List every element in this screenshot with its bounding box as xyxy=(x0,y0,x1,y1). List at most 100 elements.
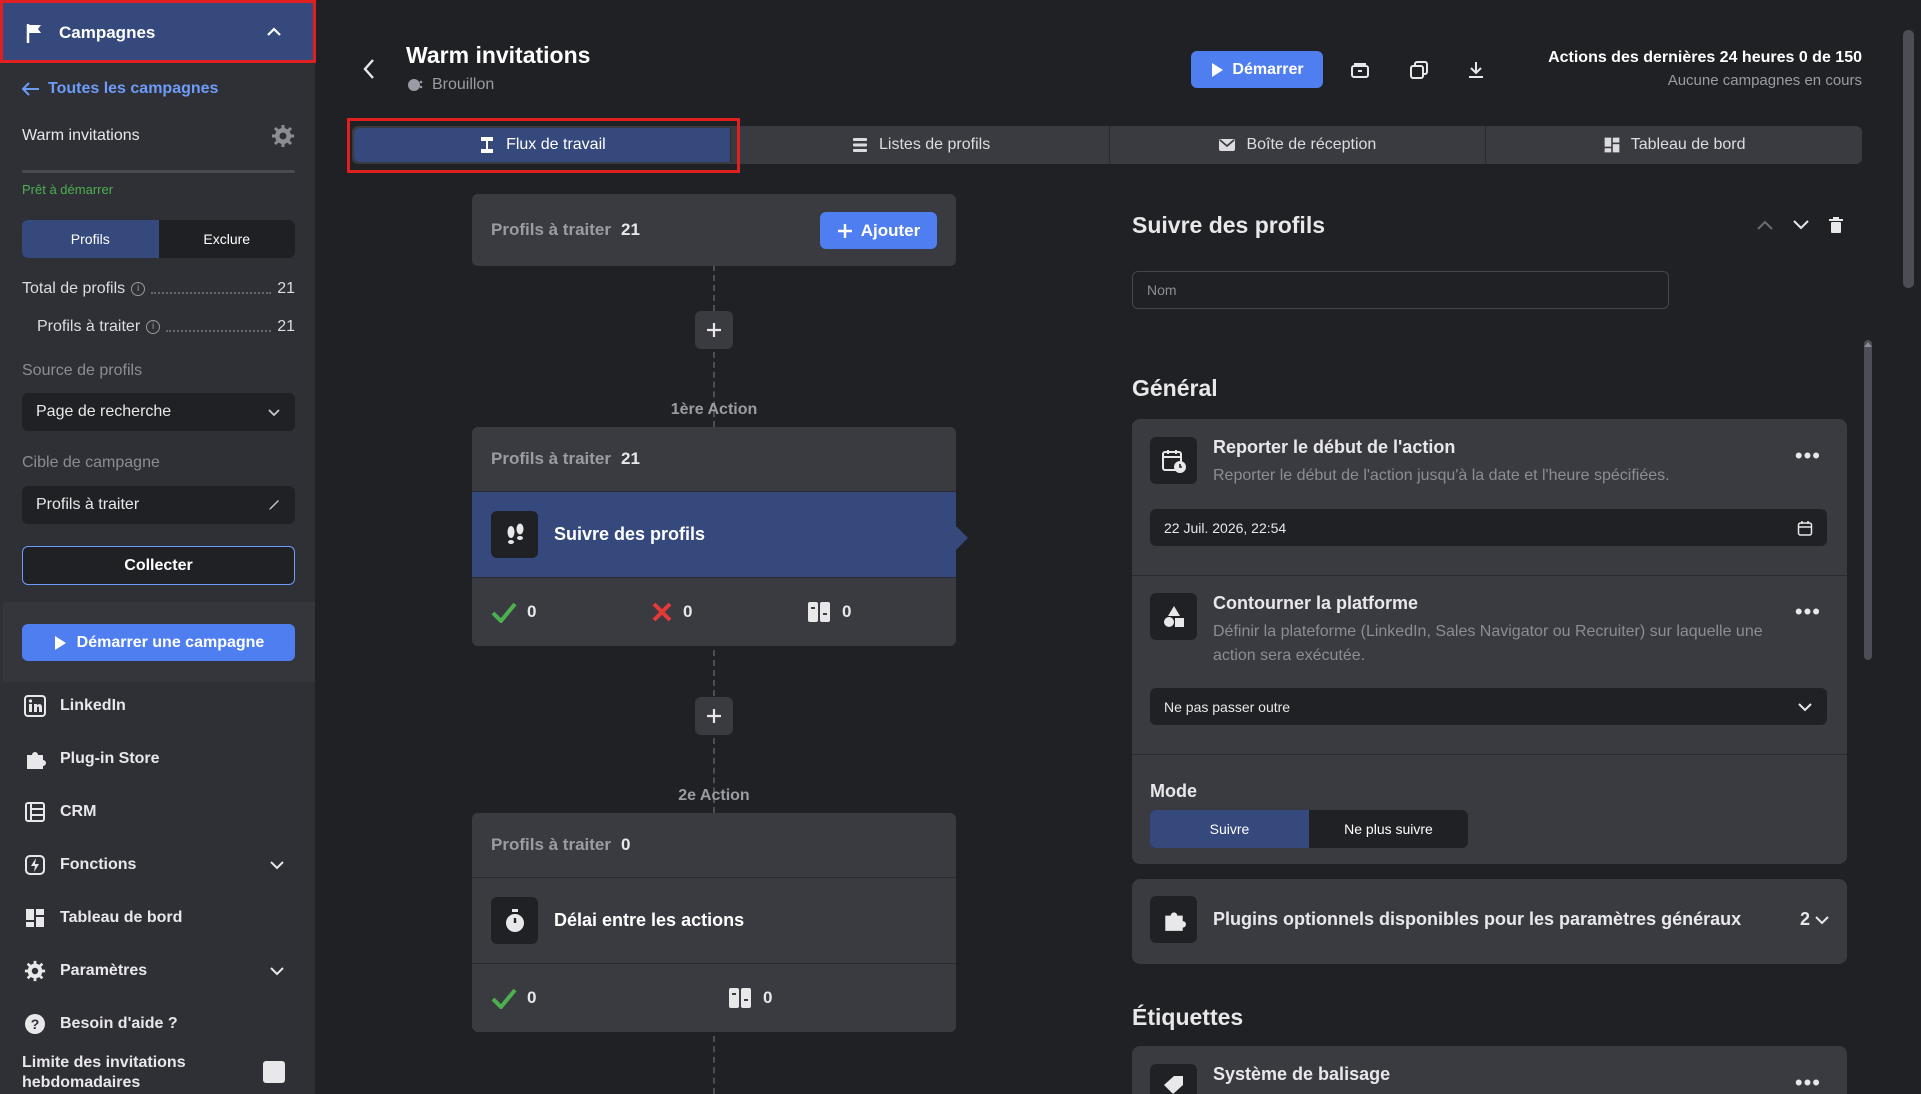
nav-functions[interactable]: Fonctions xyxy=(22,850,295,880)
svg-text:?: ? xyxy=(31,1016,40,1032)
start-button[interactable]: Démarrer xyxy=(1191,51,1323,88)
success-stat: 0 xyxy=(491,987,727,1009)
calendar-icon[interactable] xyxy=(1797,520,1813,536)
chevron-down-icon[interactable] xyxy=(269,857,285,873)
chevron-up-icon[interactable] xyxy=(265,23,283,41)
main-scrollbar[interactable] xyxy=(1903,30,1914,288)
chevron-up-icon[interactable] xyxy=(1756,218,1774,232)
success-count: 0 xyxy=(527,988,537,1007)
start-campaign-button[interactable]: Démarrer une campagne xyxy=(22,624,295,661)
shapes-icon xyxy=(1163,605,1184,627)
info-icon[interactable]: i xyxy=(146,320,161,334)
add-step-button[interactable] xyxy=(695,697,733,735)
action-name: Suivre des profils xyxy=(554,524,706,544)
panel-scrollbar[interactable] xyxy=(1864,340,1872,660)
exclude-tab[interactable]: Exclure xyxy=(159,220,296,258)
to-process-count: 21 xyxy=(621,220,640,239)
tab-profile-lists[interactable]: Listes de profils xyxy=(733,126,1110,164)
gear-icon xyxy=(24,960,46,982)
panel-title: Suivre des profils xyxy=(1132,212,1326,238)
nav-help[interactable]: ? Besoin d'aide ? xyxy=(22,1009,295,1039)
tab-label: Tableau de bord xyxy=(1630,136,1746,153)
play-icon xyxy=(54,635,66,650)
postpone-date-input[interactable]: 22 Juil. 2026, 22:54 xyxy=(1150,509,1827,546)
external-link-icon[interactable] xyxy=(263,1061,285,1083)
profiles-tab[interactable]: Profils xyxy=(22,220,159,258)
trash-icon[interactable] xyxy=(1828,216,1844,234)
add-step-button[interactable] xyxy=(695,311,733,349)
gear-icon[interactable] xyxy=(271,124,295,148)
target-field[interactable]: Profils à traiter xyxy=(22,486,295,524)
bypass-select[interactable]: Ne pas passer outre xyxy=(1150,688,1827,725)
more-options-icon[interactable]: ••• xyxy=(1795,599,1821,625)
plugins-count[interactable]: 2 xyxy=(1800,909,1830,930)
nav-crm[interactable]: CRM xyxy=(22,797,295,827)
skipped-count: 0 xyxy=(763,988,773,1007)
tab-inbox[interactable]: Boîte de réception xyxy=(1110,126,1487,164)
tab-label: Flux de travail xyxy=(506,136,606,153)
action-delay[interactable]: Délai entre les actions xyxy=(472,877,956,964)
dashboard-icon xyxy=(1604,137,1620,153)
chevron-down-icon[interactable] xyxy=(1792,218,1810,232)
plus-icon xyxy=(707,709,721,723)
action-follow-profiles[interactable]: Suivre des profils xyxy=(472,491,956,578)
name-input[interactable]: Nom xyxy=(1132,271,1669,309)
add-label: Ajouter xyxy=(860,220,921,240)
add-profiles-button[interactable]: Ajouter xyxy=(820,212,937,249)
campaigns-header[interactable]: Campagnes xyxy=(3,3,315,62)
target-label: Cible de campagne xyxy=(22,454,160,471)
tag-icon xyxy=(1163,1076,1183,1094)
more-options-icon[interactable]: ••• xyxy=(1795,443,1821,469)
nav-label: Plug-in Store xyxy=(60,750,160,767)
selected-pointer xyxy=(956,526,968,550)
collect-button[interactable]: Collecter xyxy=(22,546,295,585)
postpone-desc: Reporter le début de l'action jusqu'à la… xyxy=(1213,467,1670,484)
download-icon[interactable] xyxy=(1465,59,1487,81)
chevron-left-icon[interactable] xyxy=(362,58,376,80)
tab-workflow[interactable]: Flux de travail xyxy=(354,128,731,162)
campaign-name: Warm invitations xyxy=(22,127,140,144)
to-process-row: Profils à traiter i 21 xyxy=(37,318,295,336)
tab-dashboard[interactable]: Tableau de bord xyxy=(1486,126,1862,164)
source-select[interactable]: Page de recherche xyxy=(22,393,295,431)
chevron-down-icon xyxy=(1815,915,1829,924)
chevron-down-icon[interactable] xyxy=(269,963,285,979)
archive-icon[interactable] xyxy=(1349,59,1371,81)
mode-unfollow[interactable]: Ne plus suivre xyxy=(1309,810,1468,848)
plugins-card[interactable]: Plugins optionnels disponibles pour les … xyxy=(1132,879,1847,964)
sidebar: Campagnes Toutes les campagnes Warm invi… xyxy=(0,0,316,1094)
draft-icon xyxy=(408,79,423,91)
nav-plugin-store[interactable]: Plug-in Store xyxy=(22,744,295,774)
status-label: Brouillon xyxy=(432,76,495,93)
nav-dashboard[interactable]: Tableau de bord xyxy=(22,903,295,933)
more-options-icon[interactable]: ••• xyxy=(1795,1070,1821,1094)
plus-icon xyxy=(707,323,721,337)
list-icon xyxy=(853,138,868,152)
all-campaigns-label: Toutes les campagnes xyxy=(48,80,219,97)
nav-settings[interactable]: Paramètres xyxy=(22,956,295,986)
scroll-up-arrow[interactable] xyxy=(1863,340,1873,348)
x-icon xyxy=(652,602,672,622)
action-1-label: 1ère Action xyxy=(670,401,758,418)
nav-label: LinkedIn xyxy=(60,697,126,714)
mail-icon xyxy=(1219,139,1236,151)
linkedin-icon xyxy=(24,695,46,717)
source-value: Page de recherche xyxy=(36,403,172,420)
bypass-title: Contourner la platforme xyxy=(1213,593,1419,613)
postpone-title: Reporter le début de l'action xyxy=(1213,437,1456,457)
crm-icon xyxy=(25,802,45,822)
action-2-card: Profils à traiter 0 Délai entre les acti… xyxy=(472,813,956,1032)
info-icon[interactable]: i xyxy=(131,282,146,296)
nav-label: CRM xyxy=(60,803,97,820)
start-node: Profils à traiter 21 Ajouter xyxy=(472,194,956,266)
action-1-card: Profils à traiter 21 Suivre des profils … xyxy=(472,427,956,646)
all-campaigns-link[interactable]: Toutes les campagnes xyxy=(22,80,218,98)
nav-linkedin[interactable]: LinkedIn xyxy=(22,691,295,721)
weekly-invite-limit[interactable]: Limite des invitations hebdomadaires xyxy=(22,1053,295,1093)
action-1-header: Profils à traiter 21 xyxy=(472,427,956,491)
target-value: Profils à traiter xyxy=(36,496,140,513)
check-icon xyxy=(491,988,517,1009)
to-process-label: Profils à traiter xyxy=(491,835,611,854)
copy-icon[interactable] xyxy=(1408,59,1430,81)
mode-follow[interactable]: Suivre xyxy=(1150,810,1309,848)
